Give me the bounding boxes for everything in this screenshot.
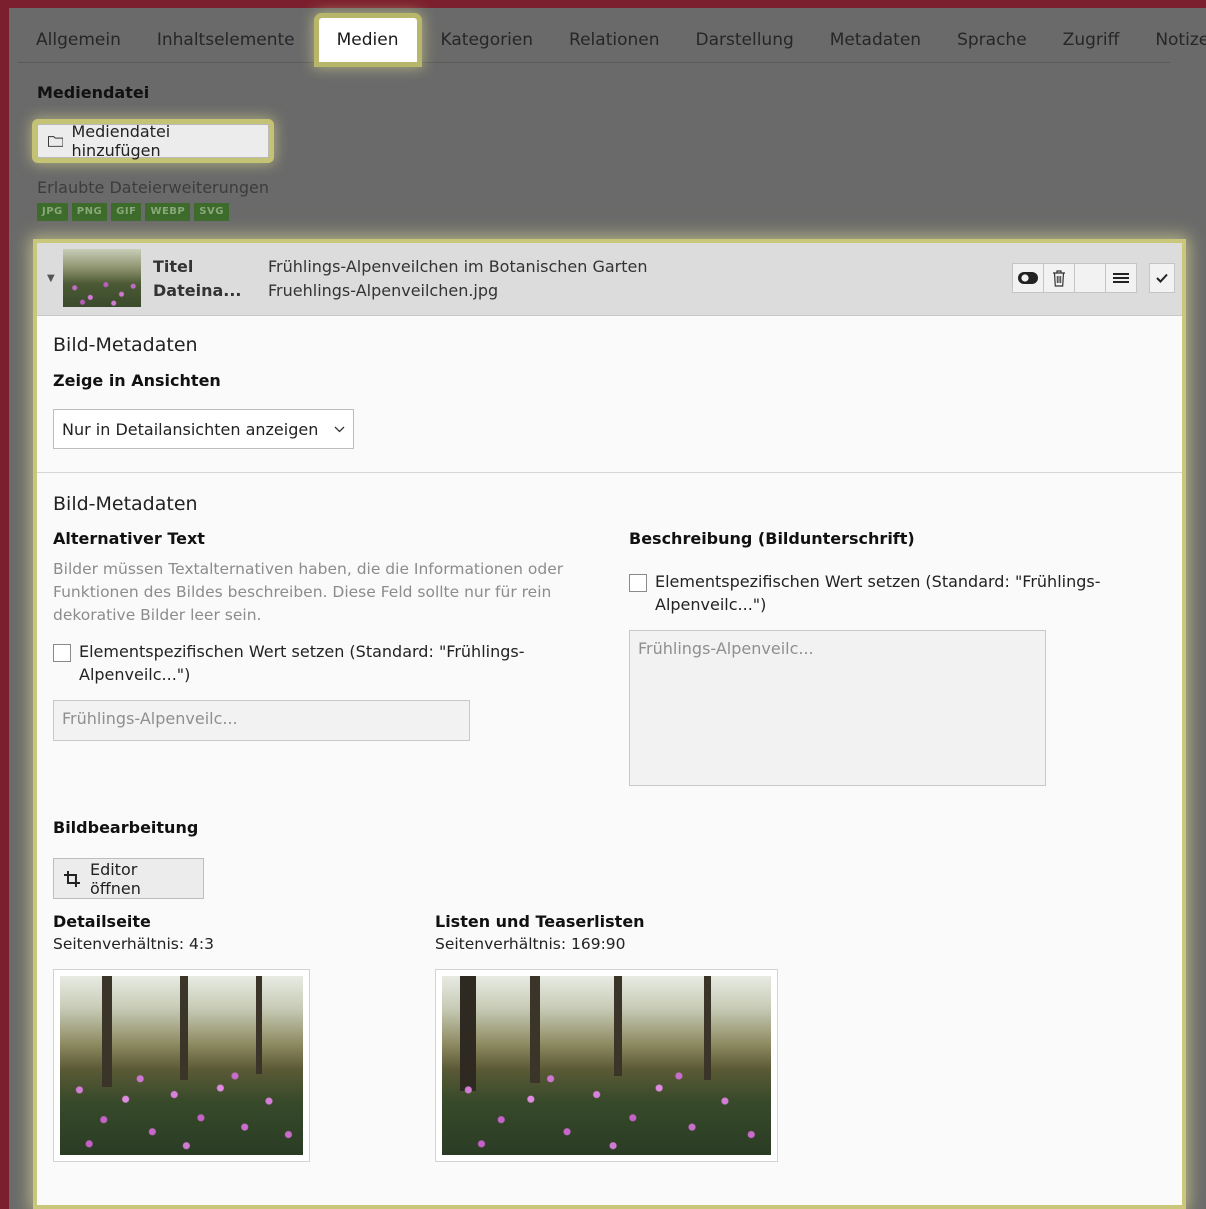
tab-zugriff[interactable]: Zugriff <box>1045 18 1138 62</box>
description-override-checkbox[interactable] <box>629 574 647 592</box>
bars-icon <box>1113 273 1129 283</box>
extension-badge-webp: WEBP <box>145 203 191 221</box>
toggle-visibility-button[interactable] <box>1012 263 1044 293</box>
description-override-label-1: Elementspezifischen Wert setzen (Standar… <box>655 572 1101 591</box>
crop-list-ratio: Seitenverhältnis: 169:90 <box>435 935 626 953</box>
add-media-label: Mediendatei hinzufügen <box>71 122 171 160</box>
file-thumbnail <box>63 249 141 307</box>
empty-control-slot <box>1074 263 1106 293</box>
delete-button[interactable] <box>1043 263 1075 293</box>
show-in-views-label: Zeige in Ansichten <box>53 371 221 390</box>
tab-medien[interactable]: Medien <box>318 18 417 62</box>
checkmark-icon <box>1156 273 1168 283</box>
description-textarea[interactable]: Frühlings-Alpenveilc... <box>629 630 1046 786</box>
filename-key: Dateina... <box>153 281 242 300</box>
crop-list-preview <box>435 969 778 1162</box>
file-controls <box>1012 263 1137 293</box>
crop-detail-title: Detailseite <box>53 912 151 931</box>
tab-sprache[interactable]: Sprache <box>939 18 1045 62</box>
metadata-divider <box>37 472 1182 473</box>
show-in-views-value: Nur in Detailansichten anzeigen <box>62 419 319 439</box>
alt-override-checkbox[interactable] <box>53 644 71 662</box>
show-in-views-select[interactable]: Nur in Detailansichten anzeigen <box>53 409 354 449</box>
tab-allgemein[interactable]: Allgemein <box>18 18 139 62</box>
extension-badges: JPG PNG GIF WEBP SVG <box>37 203 229 221</box>
tab-notizen[interactable]: Notizen <box>1137 18 1206 62</box>
drag-handle[interactable] <box>1105 263 1137 293</box>
crop-detail-image <box>60 976 303 1155</box>
folder-icon <box>48 136 64 147</box>
metadata-heading-2: Bild-Metadaten <box>53 493 198 515</box>
tab-divider <box>18 62 1170 63</box>
allowed-extensions-label: Erlaubte Dateierweiterungen <box>37 178 270 197</box>
tab-kategorien[interactable]: Kategorien <box>423 18 552 62</box>
add-media-button[interactable]: Mediendatei hinzufügen <box>37 122 269 160</box>
crop-list-image <box>442 976 771 1155</box>
extension-badge-jpg: JPG <box>37 203 68 221</box>
media-file-panel: ▼ Titel Frühlings-Alpenveilchen im Botan… <box>37 243 1182 1205</box>
description-placeholder: Frühlings-Alpenveilc... <box>638 639 814 658</box>
description-override-label-2: Alpenveilc...") <box>655 595 767 614</box>
media-file-header[interactable]: ▼ Titel Frühlings-Alpenveilchen im Botan… <box>37 243 1182 316</box>
save-check-button[interactable] <box>1149 263 1175 293</box>
tab-relationen[interactable]: Relationen <box>551 18 677 62</box>
crop-icon <box>64 870 80 887</box>
chevron-down-icon <box>334 426 345 432</box>
alt-text-label: Alternativer Text <box>53 529 205 548</box>
alt-text-input[interactable]: Frühlings-Alpenveilc... <box>53 700 470 741</box>
extension-badge-svg: SVG <box>194 203 229 221</box>
tab-darstellung[interactable]: Darstellung <box>678 18 812 62</box>
media-section-title: Mediendatei <box>37 83 150 102</box>
extension-badge-gif: GIF <box>111 203 142 221</box>
alt-text-help: Bilder müssen Textalternativen haben, di… <box>53 560 564 624</box>
alt-override-label-1: Elementspezifischen Wert setzen (Standar… <box>79 642 525 661</box>
alt-override-row: Elementspezifischen Wert setzen (Standar… <box>53 640 553 686</box>
description-override-row: Elementspezifischen Wert setzen (Standar… <box>629 570 1129 616</box>
crop-detail-ratio: Seitenverhältnis: 4:3 <box>53 935 214 953</box>
title-value: Frühlings-Alpenveilchen im Botanischen G… <box>268 257 648 276</box>
tab-inhaltselemente[interactable]: Inhaltselemente <box>139 18 313 62</box>
crop-detail-preview <box>53 969 310 1162</box>
collapse-caret-icon[interactable]: ▼ <box>47 273 55 284</box>
metadata-heading-1: Bild-Metadaten <box>53 334 198 356</box>
alt-override-label-2: Alpenveilc...") <box>79 665 191 684</box>
tab-metadaten[interactable]: Metadaten <box>812 18 939 62</box>
title-key: Titel <box>153 257 194 276</box>
open-editor-button[interactable]: Editor öffnen <box>53 858 204 899</box>
image-editing-label: Bildbearbeitung <box>53 818 199 837</box>
toggle-on-icon <box>1018 272 1038 284</box>
tab-bar: Allgemein Inhaltselemente Medien Kategor… <box>18 18 1206 62</box>
open-editor-label: Editor öffnen <box>89 859 141 898</box>
description-label: Beschreibung (Bildunterschrift) <box>629 529 915 548</box>
extension-badge-png: PNG <box>71 203 108 221</box>
trash-icon <box>1053 269 1065 287</box>
filename-value: Fruehlings-Alpenveilchen.jpg <box>268 281 499 300</box>
alt-text-placeholder: Frühlings-Alpenveilc... <box>62 709 238 728</box>
crop-list-title: Listen und Teaserlisten <box>435 912 645 931</box>
